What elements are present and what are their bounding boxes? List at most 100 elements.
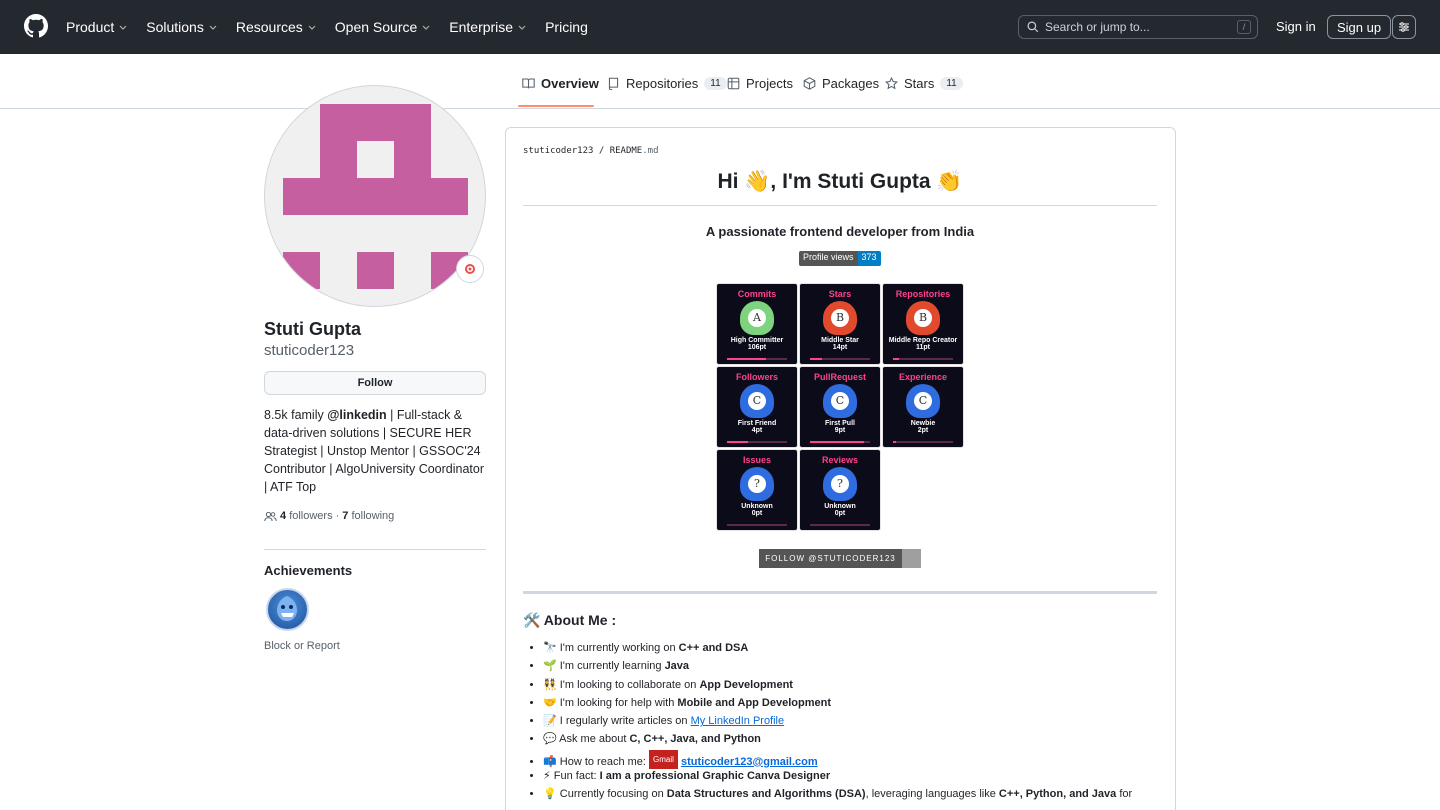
tab-repositories[interactable]: Repositories 11 [607, 76, 727, 91]
tab-stars[interactable]: Stars 11 [885, 76, 963, 91]
trophy-progress-bar [727, 441, 787, 443]
identicon-image [283, 104, 468, 289]
trophy-progress-bar [893, 358, 953, 360]
trophy-card: Repositories B Middle Repo Creator 11pt [882, 283, 964, 365]
trophy-cup-icon: C [740, 384, 774, 418]
about-item: 🌱 I'm currently learning Java [543, 658, 1151, 676]
tab-projects[interactable]: Projects [727, 76, 793, 91]
linkedin-profile-link[interactable]: My LinkedIn Profile [691, 715, 785, 727]
follow-badge[interactable]: FOLLOW @STUTICODER123 [759, 549, 921, 568]
signin-link[interactable]: Sign in [1276, 19, 1316, 34]
about-item-text: 📫 How to reach me: [543, 755, 650, 768]
about-item: 👯 I'm looking to collaborate on App Deve… [543, 677, 1151, 695]
followers-count: 4 [280, 510, 287, 522]
trophy-progress-bar [810, 524, 870, 526]
about-item-text: ⚡ Fun fact: [543, 770, 600, 783]
bio-linkedin-mention[interactable]: @linkedin [327, 408, 386, 422]
avatar[interactable] [264, 85, 486, 307]
sidebar-divider [264, 549, 486, 550]
about-item: 💬 Ask me about C, C++, Java, and Python [543, 731, 1151, 749]
about-item-text: 👯 I'm looking to collaborate on [543, 678, 700, 691]
followers-link[interactable]: 4 followers [280, 510, 333, 522]
trophy-points: 106pt [747, 344, 767, 351]
nav-solutions[interactable]: Solutions [146, 19, 218, 35]
nav-solutions-label: Solutions [146, 19, 204, 35]
follow-button[interactable]: Follow [264, 371, 486, 395]
github-logo-icon[interactable] [24, 14, 48, 38]
readme-path-user[interactable]: stuticoder123 [523, 146, 593, 156]
about-item-text: 🔭 I'm currently working on [543, 642, 679, 654]
nav-product[interactable]: Product [66, 19, 128, 35]
block-report-link[interactable]: Block or Report [264, 640, 340, 652]
trophy-name: Newbie [910, 420, 936, 427]
trophy-progress-bar [810, 441, 870, 443]
stats-separator: · [335, 510, 340, 522]
trophy-cup-icon: ? [740, 467, 774, 501]
trophy-name: Middle Star [821, 337, 859, 344]
trophy-points: 4pt [751, 427, 763, 434]
trophy-progress-bar [727, 524, 787, 526]
trophy-progress-fill [810, 441, 864, 443]
achievement-shark-badge[interactable] [266, 588, 309, 631]
star-icon [885, 77, 898, 90]
global-header: Product Solutions Resources Open Source … [0, 0, 1440, 54]
bio-prefix: 8.5k family [264, 408, 328, 422]
about-item-bold: Mobile and App Development [677, 696, 832, 709]
readme-path: stuticoder123 / README.md [523, 146, 659, 156]
trophy-points: 14pt [832, 344, 848, 351]
trophy-rank: C [831, 392, 849, 410]
people-icon [264, 511, 277, 521]
about-item: 🔭 I'm currently working on C++ and DSA [543, 640, 1151, 658]
trophy-card: Stars B Middle Star 14pt [799, 283, 881, 365]
tab-projects-label: Projects [746, 76, 793, 91]
about-item: 🤝 I'm looking for help with Mobile and A… [543, 695, 1151, 713]
trophy-progress-fill [727, 358, 766, 360]
menu-button[interactable] [1392, 15, 1416, 39]
about-item-bold: C++ and DSA [678, 642, 749, 654]
profile-views-count: 373 [857, 251, 881, 266]
nav-pricing[interactable]: Pricing [545, 19, 588, 35]
trophy-rank: B [831, 309, 849, 327]
trophy-name: Unknown [741, 503, 773, 510]
trophy-points: 0pt [834, 510, 846, 517]
trophy-cup-icon: ? [823, 467, 857, 501]
nav-enterprise[interactable]: Enterprise [449, 19, 527, 35]
email-link[interactable]: stuticoder123@gmail.com [681, 756, 818, 768]
tab-overview[interactable]: Overview [522, 76, 599, 91]
sliders-icon [1399, 22, 1409, 32]
search-input[interactable]: Search or jump to... / [1018, 15, 1258, 39]
about-item: ⚡ Fun fact: I am a professional Graphic … [543, 768, 1151, 786]
nav-open-source[interactable]: Open Source [335, 19, 432, 35]
trophy-card: Reviews? Unknown 0pt [799, 449, 881, 531]
follow-badge-label: FOLLOW @STUTICODER123 [759, 549, 902, 568]
profile-fullname: Stuti Gupta [264, 319, 361, 339]
trophy-progress-bar [893, 441, 953, 443]
search-icon [1027, 21, 1039, 33]
trophy-cup-icon: C [823, 384, 857, 418]
trophy-rank: C [914, 392, 932, 410]
chevron-down-icon [422, 25, 430, 30]
profile-views-label: Profile views [799, 251, 858, 266]
about-item-bold: Data Structures and Algorithms (DSA) [666, 788, 866, 801]
nav-resources-label: Resources [235, 19, 303, 35]
shark-icon [277, 596, 297, 621]
about-title: 🛠️ About Me : [523, 612, 617, 628]
tab-packages[interactable]: Packages [803, 76, 879, 91]
status-target-icon[interactable] [456, 255, 484, 283]
trophy-title: Stars [828, 289, 852, 299]
profile-tabs: Overview Repositories 11 Projects Packag… [0, 54, 1440, 109]
about-item-bold: I am a professional Graphic Canva Design… [599, 770, 831, 783]
signup-button[interactable]: Sign up [1327, 15, 1392, 39]
trophy-progress-fill [893, 441, 896, 443]
tab-repositories-label: Repositories [626, 76, 699, 91]
trophy-cup-icon: A [740, 301, 774, 335]
chevron-down-icon [209, 25, 217, 30]
table-icon [727, 77, 740, 90]
trophy-title: Reviews [821, 455, 859, 465]
nav-resources[interactable]: Resources [236, 19, 317, 35]
following-link[interactable]: 7 following [342, 510, 394, 522]
about-item: 📝 I regularly write articles on My Linke… [543, 713, 1151, 731]
book-icon [522, 78, 535, 89]
repositories-counter: 11 [704, 77, 727, 90]
about-item-bold: C++, Python, and Java [998, 788, 1117, 801]
